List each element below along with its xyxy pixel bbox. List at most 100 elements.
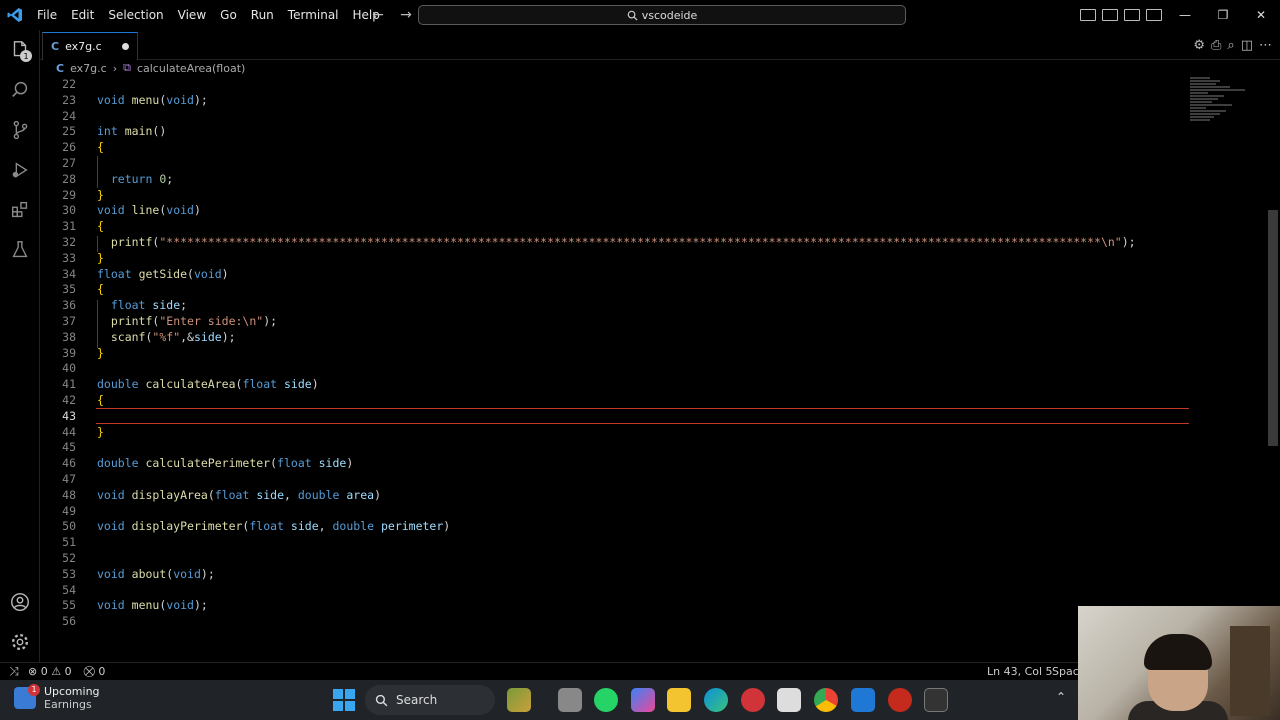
opera-browser-icon[interactable] <box>741 688 765 712</box>
code-line[interactable]: 39} <box>40 345 1190 361</box>
code-line[interactable]: 42 { <box>40 392 1190 408</box>
code-line[interactable]: 47 <box>40 471 1190 487</box>
code-line[interactable]: 45 <box>40 439 1190 455</box>
show-hidden-icons-icon[interactable]: ⌃ <box>1056 690 1066 704</box>
toggle-secondary-sidebar-icon[interactable] <box>1124 9 1140 21</box>
toggle-primary-sidebar-icon[interactable] <box>1080 9 1096 21</box>
remote-indicator-icon[interactable]: ⤨ <box>0 664 28 679</box>
code-line[interactable]: 23 void menu(void); <box>40 92 1190 108</box>
code-line[interactable]: 56 <box>40 613 1190 629</box>
code-text: printf("Enter side:\n"); <box>110 314 278 328</box>
menu-run[interactable]: Run <box>244 0 281 30</box>
taskbar-search[interactable]: Search <box>365 685 495 715</box>
copilot-app-icon[interactable] <box>507 688 531 712</box>
code-line[interactable]: 48 void displayArea(float side, double ar… <box>40 487 1190 503</box>
code-line[interactable]: 40 <box>40 360 1190 376</box>
code-line[interactable]: 53 void about(void); <box>40 566 1190 582</box>
code-text: { <box>97 282 104 297</box>
code-line[interactable]: 24 <box>40 108 1190 124</box>
tab-ex7g-c[interactable]: C ex7g.c <box>42 32 138 60</box>
code-line[interactable]: 27 <box>40 155 1190 171</box>
menu-terminal[interactable]: Terminal <box>281 0 346 30</box>
vscode-taskbar-icon[interactable] <box>851 688 875 712</box>
code-line[interactable]: 26 { <box>40 139 1190 155</box>
line-number: 44 <box>62 424 76 439</box>
toggle-panel-icon[interactable] <box>1102 9 1118 21</box>
unsaved-dot-icon[interactable] <box>122 43 129 50</box>
close-icon[interactable]: ✕ <box>1242 0 1280 30</box>
code-line[interactable]: 43 <box>40 408 1190 424</box>
minimize-icon[interactable]: — <box>1166 0 1204 30</box>
settings-gear-icon[interactable] <box>0 622 40 662</box>
extensions-icon[interactable] <box>0 190 40 230</box>
minimap[interactable] <box>1190 76 1270 166</box>
code-line[interactable]: 51 <box>40 534 1190 550</box>
code-line[interactable]: 54 <box>40 582 1190 598</box>
copilot-icon[interactable] <box>631 688 655 712</box>
explorer-icon[interactable]: 1 <box>0 30 40 70</box>
code-line[interactable]: 34 float getSide(void) <box>40 266 1190 282</box>
code-line[interactable]: 25 int main() <box>40 123 1190 139</box>
edge-browser-icon[interactable] <box>704 688 728 712</box>
split-editor-icon[interactable]: ◫ <box>1241 38 1253 53</box>
code-line[interactable]: 38 scanf("%f",&side); <box>40 329 1190 345</box>
widget-subtitle: Earnings <box>44 698 92 711</box>
code-line[interactable]: 32 printf("*****************************… <box>40 234 1190 250</box>
code-line[interactable]: 35 { <box>40 281 1190 297</box>
whatsapp-icon[interactable] <box>594 688 618 712</box>
problems-indicator[interactable]: ⊗ 0 ⚠ 0 <box>28 665 72 678</box>
menu-go[interactable]: Go <box>213 0 244 30</box>
code-line[interactable]: 37 printf("Enter side:\n"); <box>40 313 1190 329</box>
file-explorer-icon[interactable] <box>667 688 691 712</box>
forward-arrow-icon[interactable]: → <box>396 7 416 23</box>
code-line[interactable]: 52 <box>40 550 1190 566</box>
breadcrumb-file[interactable]: ex7g.c <box>70 62 107 75</box>
menu-selection[interactable]: Selection <box>101 0 170 30</box>
code-line[interactable]: 22 <box>40 76 1190 92</box>
widgets-button[interactable]: 1 Upcoming Earnings <box>14 684 100 711</box>
code-line[interactable]: 49 <box>40 503 1190 519</box>
code-line[interactable]: 33} <box>40 250 1190 266</box>
menu-view[interactable]: View <box>171 0 213 30</box>
testing-flask-icon[interactable] <box>0 230 40 270</box>
code-line[interactable]: 29} <box>40 187 1190 203</box>
run-gear-icon[interactable]: ⚙ <box>1193 38 1205 53</box>
terminal-icon[interactable] <box>924 688 948 712</box>
line-number: 25 <box>62 124 76 139</box>
account-icon[interactable] <box>0 582 40 622</box>
vertical-scrollbar[interactable] <box>1268 210 1278 446</box>
task-view-icon[interactable] <box>558 688 582 712</box>
code-line[interactable]: 46 double calculatePerimeter(float side) <box>40 455 1190 471</box>
recorder-icon[interactable] <box>888 688 912 712</box>
cursor-position[interactable]: Ln 43, Col 5 <box>987 663 1053 681</box>
code-line[interactable]: 36 float side; <box>40 297 1190 313</box>
restore-icon[interactable]: ❐ <box>1204 0 1242 30</box>
open-preview-icon[interactable]: ⌕ <box>1227 38 1234 53</box>
breadcrumb-symbol[interactable]: calculateArea(float) <box>137 62 245 75</box>
menu-edit[interactable]: Edit <box>64 0 101 30</box>
code-editor[interactable]: 22 23 void menu(void); 24 25 int main() 26{27 2… <box>40 76 1270 662</box>
command-center[interactable]: vscodeide <box>418 5 906 25</box>
menu-file[interactable]: File <box>30 0 64 30</box>
code-text: printf("********************************… <box>110 235 1136 249</box>
code-line[interactable]: 31 { <box>40 218 1190 234</box>
code-line[interactable]: 30 void line(void) <box>40 202 1190 218</box>
code-line[interactable]: 28 return 0; <box>40 171 1190 187</box>
more-actions-icon[interactable]: ⋯ <box>1259 38 1272 53</box>
customize-layout-icon[interactable] <box>1146 9 1162 21</box>
run-debug-icon[interactable] <box>0 150 40 190</box>
code-line[interactable]: 41 double calculateArea(float side) <box>40 376 1190 392</box>
code-line[interactable]: 44} <box>40 424 1190 440</box>
source-control-icon[interactable] <box>0 110 40 150</box>
warning-count: 0 <box>64 665 72 678</box>
print-icon[interactable]: ⎙ <box>1211 38 1221 53</box>
webcam-overlay <box>1078 606 1280 720</box>
code-line[interactable]: 55 void menu(void); <box>40 597 1190 613</box>
search-icon[interactable] <box>0 70 40 110</box>
ports-indicator[interactable]: ⛒ 0 <box>84 665 106 679</box>
snipping-tool-icon[interactable] <box>777 688 801 712</box>
code-line[interactable]: 50 void displayPerimeter(float side, doub… <box>40 518 1190 534</box>
windows-start-icon[interactable] <box>333 689 355 711</box>
chrome-browser-icon[interactable] <box>814 688 838 712</box>
back-arrow-icon[interactable]: ← <box>368 7 388 23</box>
